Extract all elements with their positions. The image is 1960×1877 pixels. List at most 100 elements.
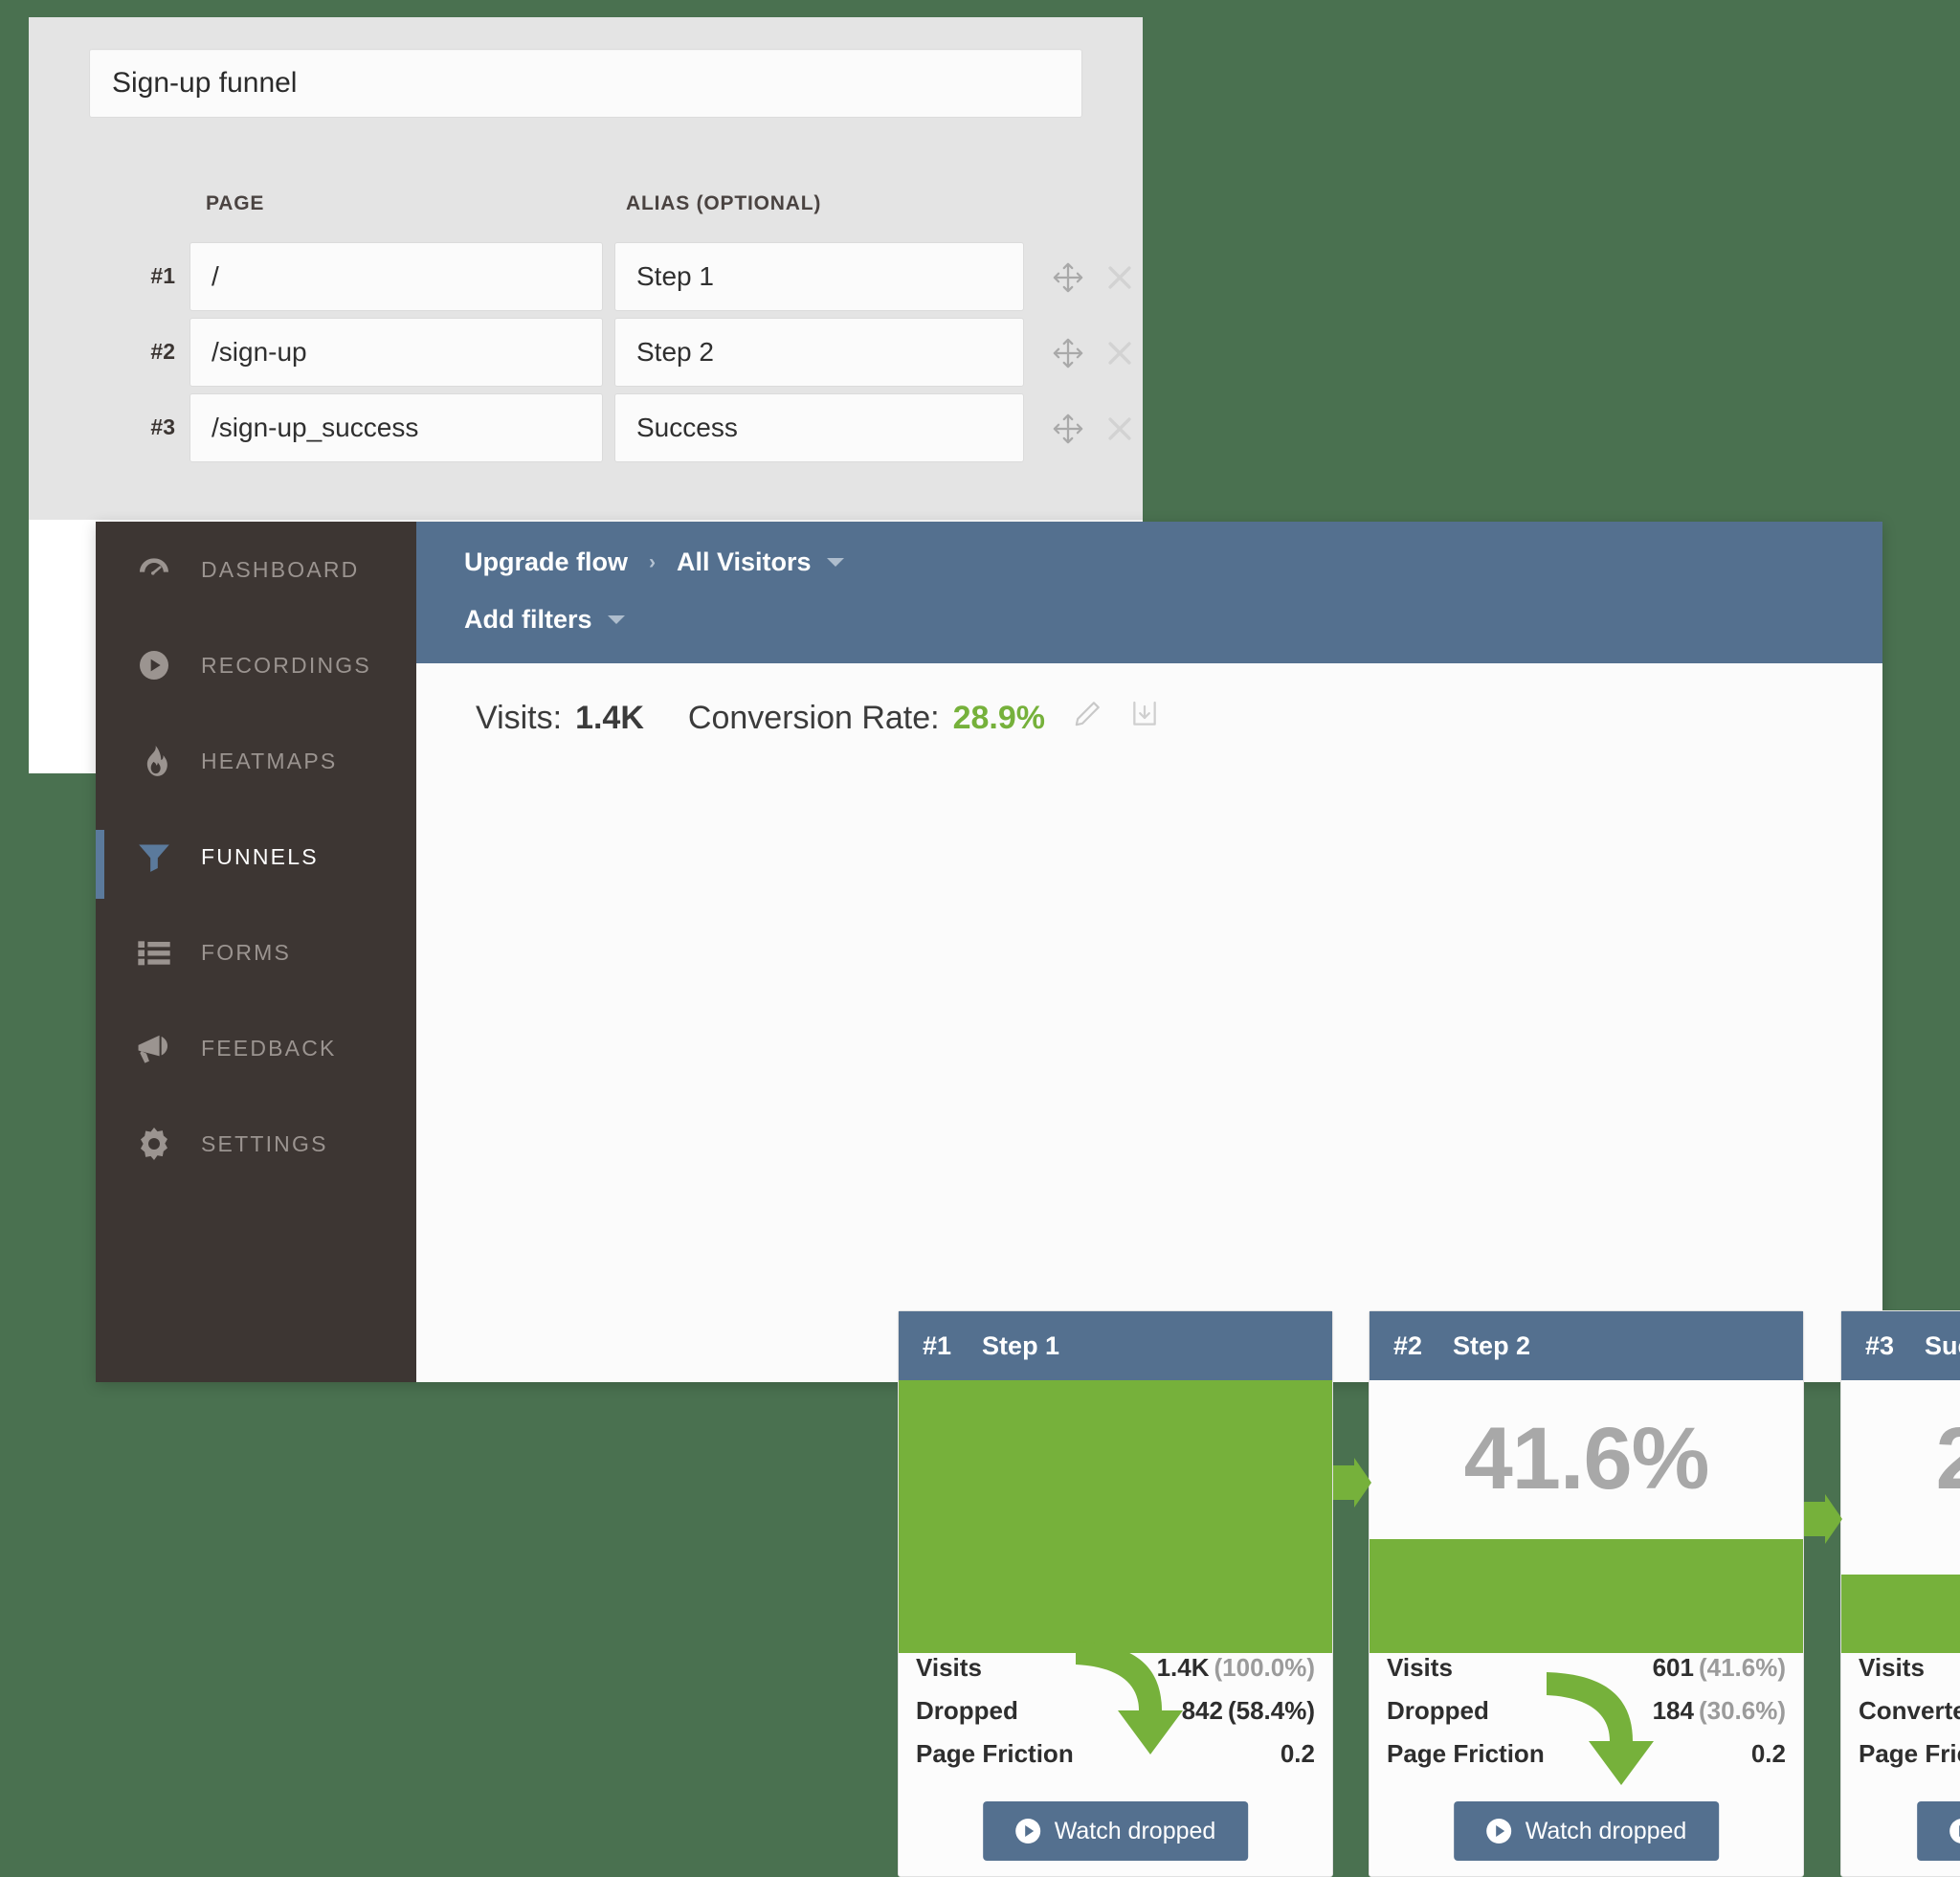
sidebar-nav: DASHBOARD RECORDINGS HEATMAPS [96,522,416,1382]
alias-input[interactable]: Step 1 [614,242,1024,311]
sidebar-item-heatmaps[interactable]: HEATMAPS [96,713,416,809]
add-filters-control[interactable]: Add filters [464,605,625,635]
stat-percent: (58.4%) [1228,1696,1315,1725]
move-icon[interactable] [1052,413,1084,445]
remove-icon[interactable] [1103,337,1136,369]
funnel-icon [132,835,176,879]
visits-value: 1.4K [575,700,644,737]
watch-dropped-button[interactable]: Watch dropped [983,1801,1249,1861]
stat-number: 0.2 [1281,1739,1315,1768]
stat-row: Dropped 842(58.4%) [916,1696,1315,1739]
chevron-down-icon[interactable] [827,558,844,567]
stat-row: Page Friction 0.2 [1387,1739,1786,1782]
chevron-down-icon[interactable] [608,615,625,624]
list-icon [132,930,176,974]
stat-value: 842(58.4%) [1182,1696,1315,1726]
funnel-steps-table: PAGE ALIAS (OPTIONAL) #1 / Step 1 #2 /si… [29,137,1143,196]
sidebar-item-dashboard[interactable]: DASHBOARD [96,522,416,617]
segment-selector-label[interactable]: All Visitors [677,547,812,577]
stat-value: 0.2 [1751,1739,1786,1769]
sidebar-item-label: FORMS [201,940,291,966]
sidebar-item-settings[interactable]: SETTINGS [96,1096,416,1192]
play-icon [1949,1819,1960,1843]
remove-icon[interactable] [1103,413,1136,445]
stat-percent: (30.6%) [1699,1696,1786,1725]
stat-key: Dropped [916,1696,1018,1726]
remove-icon[interactable] [1103,261,1136,294]
funnel-name-input[interactable]: Sign-up funnel [89,49,1082,118]
watch-dropped-button[interactable]: Watch dropped [1454,1801,1720,1861]
gear-icon [132,1122,176,1166]
stat-value: 184(30.6%) [1653,1696,1786,1726]
breadcrumb: Upgrade flow › All Visitors [464,547,844,577]
breadcrumb-title[interactable]: Upgrade flow [464,547,628,577]
flow-connector-icon [1804,1494,1842,1544]
stat-number: 842 [1182,1696,1223,1725]
play-circle-icon [132,643,176,687]
active-indicator [96,830,104,899]
sidebar-item-label: FEEDBACK [201,1036,337,1061]
stat-row: Dropped 184(30.6%) [1387,1696,1786,1739]
stat-key: Dropped [1387,1696,1489,1726]
step-bar [1841,1575,1960,1653]
column-header-page: PAGE [206,192,264,215]
watch-button-label: Watch dropped [1526,1818,1687,1845]
sidebar-item-label: HEATMAPS [201,749,337,774]
stat-number: 1.4K [1157,1653,1210,1682]
stat-value: 0.2 [1281,1739,1315,1769]
sidebar-item-feedback[interactable]: FEEDBACK [96,1000,416,1096]
stat-key: Converted [1859,1696,1960,1726]
funnel-step-bar-area: 28.9% [1841,1380,1960,1653]
step-name: Success [1925,1331,1960,1361]
sidebar-item-label: FUNNELS [201,844,319,870]
funnel-definition-panel: Sign-up funnel PAGE ALIAS (OPTIONAL) #1 … [29,17,1143,520]
watch-converted-button[interactable]: Watch converted [1917,1801,1960,1861]
play-icon [1015,1819,1040,1843]
step-number: #1 [923,1331,951,1361]
stat-key: Page Friction [916,1739,1074,1769]
stat-key: Page Friction [1387,1739,1545,1769]
funnel-step-stats: Visits 601(41.6%) Dropped 184(30.6%) Pag… [1370,1653,1803,1782]
funnel-summary: Visits: 1.4K Conversion Rate: 28.9% [476,699,1160,738]
pencil-icon[interactable] [1072,699,1102,738]
step-name: Step 1 [982,1331,1059,1361]
app-window: DASHBOARD RECORDINGS HEATMAPS [96,522,1882,1382]
funnel-step-header: #3 Success [1841,1311,1960,1380]
page-input[interactable]: /sign-up [189,318,603,387]
stat-row: Visits 601(41.6%) [1387,1653,1786,1696]
move-icon[interactable] [1052,261,1084,294]
sidebar-item-funnels[interactable]: FUNNELS [96,809,416,905]
funnel-step-stats: Visits 1.4K(100.0%) Dropped 842(58.4%) P… [899,1653,1332,1782]
funnel-step-card: #1 Step 1 Visits 1.4K(100.0%) Dropp [898,1310,1333,1877]
conversion-rate-value: 28.9% [953,700,1045,737]
breadcrumb-separator: › [649,551,656,574]
add-filters-label[interactable]: Add filters [464,605,592,635]
column-header-alias: ALIAS (OPTIONAL) [626,192,821,215]
flame-icon [132,739,176,783]
page-input[interactable]: / [189,242,603,311]
sidebar-item-label: SETTINGS [201,1131,328,1157]
funnel-step-header: #1 Step 1 [899,1311,1332,1380]
stat-value: 1.4K(100.0%) [1157,1653,1315,1683]
alias-input[interactable]: Success [614,393,1024,462]
play-icon [1486,1819,1511,1843]
sidebar-item-label: RECORDINGS [201,653,371,679]
page-input[interactable]: /sign-up_success [189,393,603,462]
stat-number: 601 [1653,1653,1694,1682]
funnel-step-card: #2 Step 2 41.6% Visits 601(41.6%) Dr [1369,1310,1804,1877]
conversion-rate-label: Conversion Rate: [688,700,940,737]
sidebar-item-recordings[interactable]: RECORDINGS [96,617,416,713]
step-bar [899,1380,1332,1653]
sidebar-item-forms[interactable]: FORMS [96,905,416,1000]
stat-row: Visits 417(28.9%) [1859,1653,1960,1696]
move-icon[interactable] [1052,337,1084,369]
funnel-step-bar-area [899,1380,1332,1653]
stat-row: Page Friction 0.1 [1859,1739,1960,1782]
download-icon[interactable] [1129,699,1160,738]
flow-connector-icon [1333,1458,1371,1508]
row-index: #1 [132,263,175,289]
step-number: #2 [1393,1331,1422,1361]
funnel-content: Visits: 1.4K Conversion Rate: 28.9% #1 [416,663,1882,1382]
alias-input[interactable]: Step 2 [614,318,1024,387]
gauge-icon [132,547,176,592]
